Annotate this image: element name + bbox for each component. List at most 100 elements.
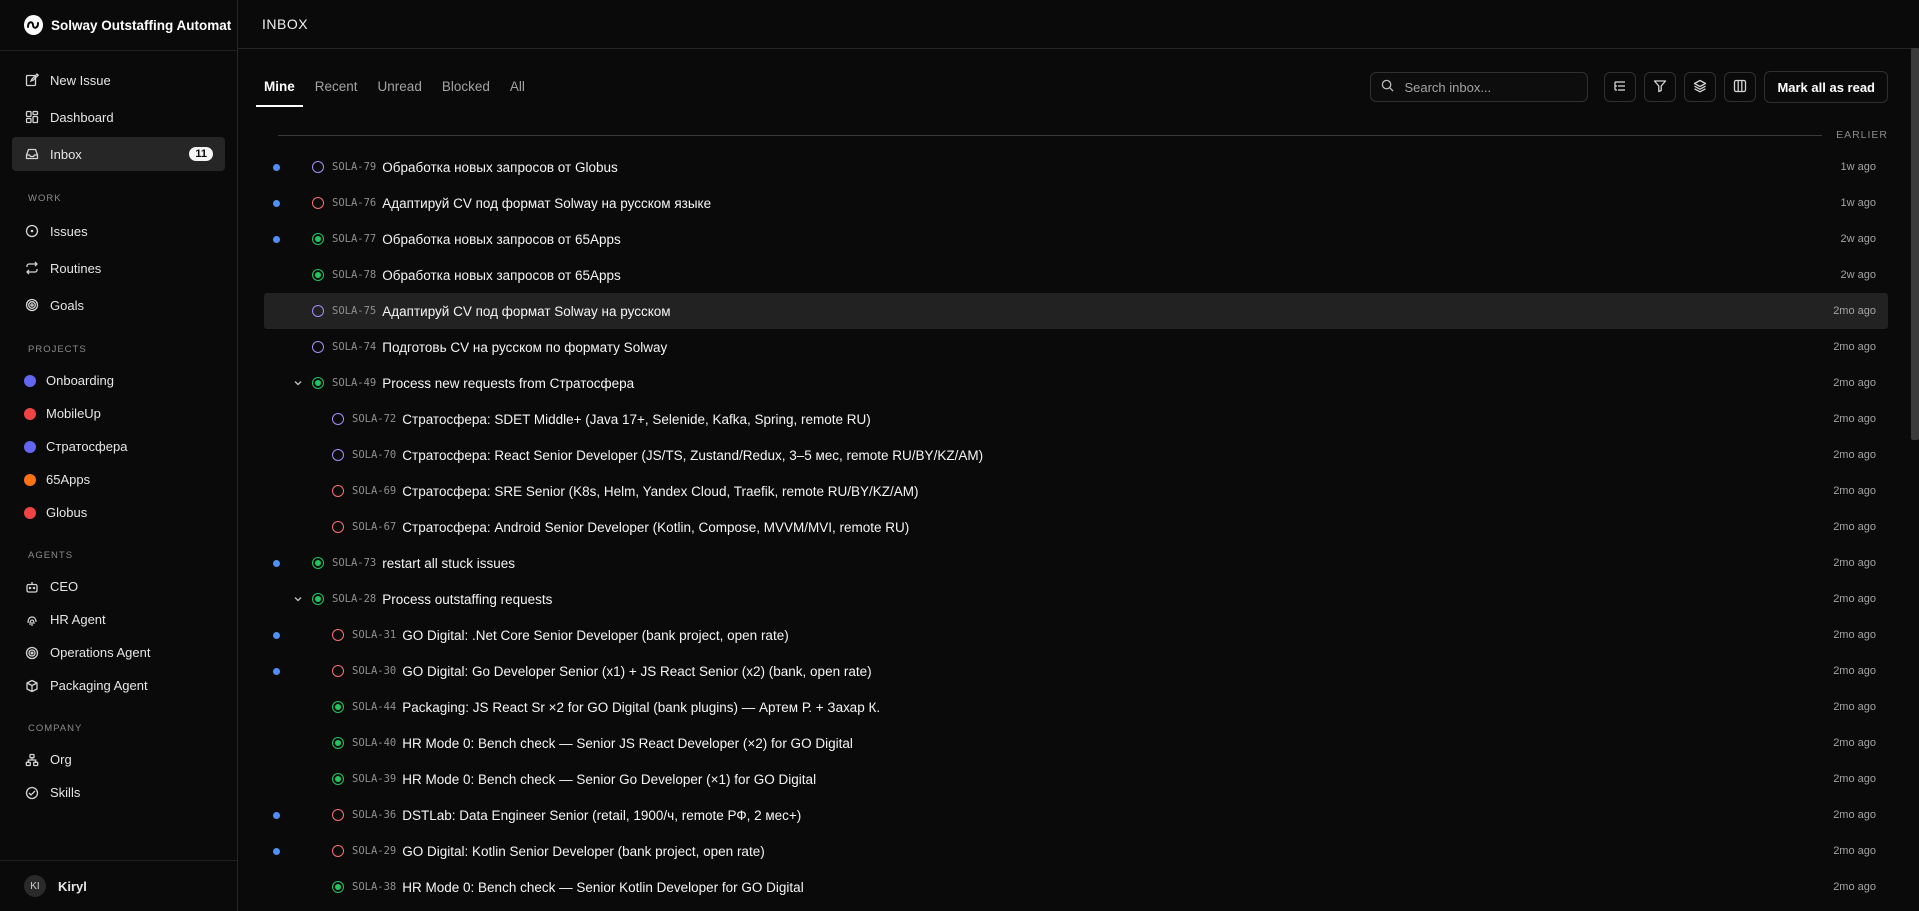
filter-button[interactable] (1644, 72, 1677, 102)
nav-item-label: Onboarding (46, 373, 114, 388)
inbox-row[interactable]: SOLA-28 Process outstaffing requests 2mo a… (264, 581, 1888, 617)
agent-item-operations-agent[interactable]: Operations Agent (12, 637, 225, 668)
sidebar-item-org[interactable]: Org (12, 744, 225, 775)
status-done-icon[interactable] (312, 233, 324, 245)
issue-id: SOLA-77 (332, 233, 377, 245)
sidebar-item-new-issue[interactable]: New Issue (12, 63, 225, 97)
nav-item-label: Skills (50, 785, 81, 800)
tab-all[interactable]: All (510, 71, 525, 103)
scrollbar[interactable] (1911, 48, 1919, 440)
search-box[interactable] (1370, 72, 1589, 102)
project-item-65apps[interactable]: 65Apps (12, 464, 225, 495)
nav-item-label: New Issue (50, 72, 111, 88)
group-by-button[interactable] (1604, 72, 1637, 102)
status-backlog-icon[interactable] (332, 845, 344, 857)
inbox-row[interactable]: SOLA-76 Адаптируй CV под формат Solway на… (264, 185, 1888, 221)
inbox-row[interactable]: SOLA-79 Обработка новых запросов от Globu… (264, 149, 1888, 185)
issue-title: Подготовь CV на русском по формату Solwa… (382, 339, 668, 355)
app-name: Solway Outstaffing Automat (50, 17, 232, 33)
inbox-row[interactable]: SOLA-29 GO Digital: Kotlin Senior Develop… (264, 833, 1888, 869)
tab-unread[interactable]: Unread (378, 71, 422, 103)
timestamp: 2mo ago (1833, 305, 1876, 317)
timestamp: 2mo ago (1833, 413, 1876, 425)
chevron-down-icon[interactable] (293, 592, 303, 607)
tab-recent[interactable]: Recent (315, 71, 358, 103)
sidebar-item-routines[interactable]: Routines (12, 251, 225, 285)
nav-item-label: CEO (50, 579, 79, 594)
issue-title: Стратосфера: React Senior Developer (JS/… (402, 447, 984, 463)
inbox-row[interactable]: SOLA-40 HR Mode 0: Bench check — Senior J… (264, 725, 1888, 761)
sidebar-item-inbox[interactable]: Inbox 11 (12, 137, 225, 171)
status-todo-icon[interactable] (312, 341, 324, 353)
timestamp: 2mo ago (1833, 341, 1876, 353)
status-done-icon[interactable] (332, 701, 344, 713)
search-input[interactable] (1402, 78, 1577, 96)
mark-all-read-button[interactable]: Mark all as read (1764, 71, 1888, 103)
inbox-row[interactable]: SOLA-70 Стратосфера: React Senior Develop… (264, 437, 1888, 473)
issue-id: SOLA-38 (352, 881, 397, 893)
status-todo-icon[interactable] (332, 449, 344, 461)
status-done-icon[interactable] (332, 737, 344, 749)
logo-icon (24, 15, 43, 35)
chevron-down-icon[interactable] (293, 376, 303, 391)
project-item-onboarding[interactable]: Onboarding (12, 365, 225, 396)
inbox-row[interactable]: SOLA-75 Адаптируй CV под формат Solway на… (264, 293, 1888, 329)
status-todo-icon[interactable] (312, 305, 324, 317)
inbox-row[interactable]: SOLA-30 GO Digital: Go Developer Senior (… (264, 653, 1888, 689)
status-done-icon[interactable] (312, 593, 324, 605)
agent-item-hr-agent[interactable]: HR Agent (12, 604, 225, 635)
topbar: INBOX (238, 0, 1919, 49)
sidebar-item-skills[interactable]: Skills (12, 777, 225, 808)
status-backlog-icon[interactable] (332, 665, 344, 677)
status-todo-icon[interactable] (332, 413, 344, 425)
inbox-row[interactable]: SOLA-69 Стратосфера: SRE Senior (K8s, Hel… (264, 473, 1888, 509)
issue-title: Стратосфера: Android Senior Developer (K… (402, 519, 910, 535)
inbox-row[interactable]: SOLA-77 Обработка новых запросов от 65App… (264, 221, 1888, 257)
status-done-icon[interactable] (332, 773, 344, 785)
project-color-dot (24, 473, 36, 486)
agent-item-packaging-agent[interactable]: Packaging Agent (12, 670, 225, 701)
nav-item-label: Inbox (50, 146, 82, 162)
status-done-icon[interactable] (312, 377, 324, 389)
inbox-row[interactable]: SOLA-74 Подготовь CV на русском по формат… (264, 329, 1888, 365)
tab-mine[interactable]: Mine (256, 71, 303, 107)
inbox-row[interactable]: SOLA-67 Стратосфера: Android Senior Devel… (264, 509, 1888, 545)
sidebar-item-issues[interactable]: Issues (12, 214, 225, 248)
user-menu[interactable]: KI Kiryl (0, 860, 237, 911)
unread-dot (273, 667, 280, 675)
agent-item-ceo[interactable]: CEO (12, 571, 225, 602)
status-backlog-icon[interactable] (332, 521, 344, 533)
inbox-row[interactable]: SOLA-44 Packaging: JS React Sr ×2 for GO … (264, 689, 1888, 725)
status-backlog-icon[interactable] (332, 629, 344, 641)
status-backlog-icon[interactable] (332, 809, 344, 821)
timestamp: 2w ago (1840, 233, 1876, 245)
inbox-row[interactable]: SOLA-73 restart all stuck issues 2mo ago (264, 545, 1888, 581)
inbox-row[interactable]: SOLA-39 HR Mode 0: Bench check — Senior G… (264, 761, 1888, 797)
issue-title: Обработка новых запросов от Globus (382, 159, 618, 175)
unread-dot (273, 163, 280, 171)
status-backlog-icon[interactable] (332, 485, 344, 497)
sidebar-item-dashboard[interactable]: Dashboard (12, 100, 225, 134)
inbox-row[interactable]: SOLA-49 Process new requests from Стратос… (264, 365, 1888, 401)
inbox-row[interactable]: SOLA-78 Обработка новых запросов от 65App… (264, 257, 1888, 293)
status-done-icon[interactable] (312, 557, 324, 569)
sidebar-item-goals[interactable]: Goals (12, 288, 225, 322)
package-icon (24, 678, 40, 694)
issue-title: Обработка новых запросов от 65Apps (382, 231, 621, 247)
status-done-icon[interactable] (312, 269, 324, 281)
project-item-стратосфера[interactable]: Стратосфера (12, 431, 225, 462)
status-backlog-icon[interactable] (312, 197, 324, 209)
inbox-row[interactable]: SOLA-72 Стратосфера: SDET Middle+ (Java 1… (264, 401, 1888, 437)
status-todo-icon[interactable] (312, 161, 324, 173)
status-done-icon[interactable] (332, 881, 344, 893)
inbox-row[interactable]: SOLA-36 DSTLab: Data Engineer Senior (ret… (264, 797, 1888, 833)
columns-button[interactable] (1724, 72, 1757, 102)
brand[interactable]: Solway Outstaffing Automat (0, 0, 237, 51)
layers-button[interactable] (1684, 72, 1717, 102)
inbox-row[interactable]: SOLA-38 HR Mode 0: Bench check — Senior K… (264, 869, 1888, 905)
project-item-mobileup[interactable]: MobileUp (12, 398, 225, 429)
inbox-row[interactable]: SOLA-31 GO Digital: .Net Core Senior Deve… (264, 617, 1888, 653)
project-item-globus[interactable]: Globus (12, 497, 225, 528)
tab-blocked[interactable]: Blocked (442, 71, 490, 103)
dashboard-icon (24, 109, 40, 125)
